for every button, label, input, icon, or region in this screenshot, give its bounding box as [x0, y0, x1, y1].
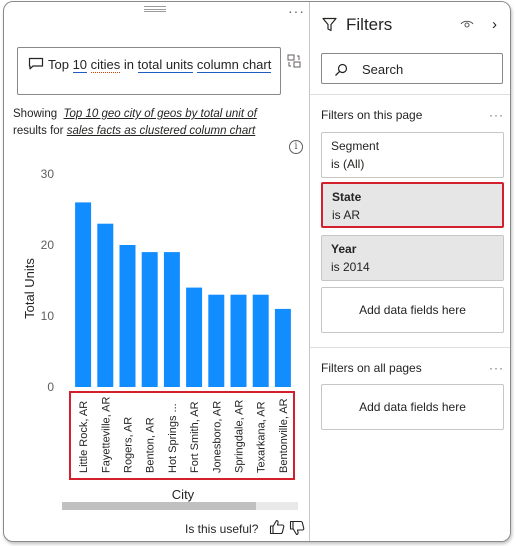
- thumbs-up-icon[interactable]: [269, 519, 285, 535]
- search-placeholder: Search: [362, 62, 404, 77]
- y-tick-label: 30: [41, 167, 55, 181]
- search-icon: [335, 63, 348, 76]
- filter-field-name: State: [332, 190, 362, 204]
- bar[interactable]: [230, 294, 247, 387]
- y-tick-label: 0: [47, 380, 54, 394]
- showing-prefix: Showing: [13, 108, 61, 120]
- y-tick-label: 10: [41, 309, 55, 323]
- bar[interactable]: [163, 252, 180, 387]
- question-token: Top: [48, 57, 73, 72]
- feedback-prompt: Is this useful?: [185, 522, 259, 536]
- qa-window: ··· Top 10 cities in total units column …: [3, 1, 511, 542]
- thumbs-down-icon[interactable]: [289, 520, 305, 536]
- category-labels-highlight: [69, 391, 295, 480]
- bar[interactable]: [119, 245, 136, 387]
- filter-field-name: Segment: [331, 139, 380, 153]
- scrollbar-thumb[interactable]: [62, 502, 256, 510]
- question-token: total units: [137, 57, 194, 73]
- filter-field-name: Year: [331, 242, 357, 256]
- filter-field-value: is AR: [332, 208, 361, 222]
- funnel-icon: [322, 17, 337, 32]
- chat-icon: [28, 57, 44, 70]
- filter-field-value: is 2014: [331, 260, 370, 274]
- bar[interactable]: [252, 294, 269, 387]
- question-token: cities: [90, 57, 121, 73]
- bar[interactable]: [186, 287, 203, 387]
- section-divider: [310, 94, 510, 95]
- filters-title: Filters: [346, 15, 393, 34]
- filter-card-state[interactable]: State is AR: [321, 182, 504, 228]
- add-data-fields-page-dropzone[interactable]: Add data fields here: [321, 287, 504, 333]
- section-divider: [310, 347, 510, 348]
- question-text[interactable]: Top 10 cities in total units column char…: [48, 57, 273, 73]
- question-token: in: [120, 57, 138, 72]
- bar[interactable]: [274, 308, 291, 387]
- bar[interactable]: [141, 252, 158, 387]
- drag-handle-icon[interactable]: [144, 6, 166, 12]
- bar[interactable]: [75, 202, 92, 387]
- showing-source-link[interactable]: sales facts as clustered column chart: [67, 125, 256, 137]
- y-axis-title: Total Units: [22, 258, 37, 319]
- bar[interactable]: [208, 294, 225, 387]
- add-data-fields-all-pages-dropzone[interactable]: Add data fields here: [321, 384, 504, 430]
- bar[interactable]: [97, 223, 114, 387]
- eye-icon[interactable]: [460, 18, 474, 30]
- more-options-icon[interactable]: ···: [288, 3, 305, 19]
- filters-pane: Filters › Search Filters on this page ··…: [310, 2, 510, 541]
- filter-field-value: is (All): [331, 157, 365, 171]
- filters-search-input[interactable]: Search: [321, 53, 503, 84]
- showing-results-text: Showing Top 10 geo city of geos by total…: [13, 106, 305, 140]
- filter-card-year[interactable]: Year is 2014: [321, 235, 504, 281]
- turn-into-visual-icon[interactable]: [287, 54, 301, 68]
- more-options-icon[interactable]: ···: [489, 108, 504, 122]
- filters-on-this-page-label: Filters on this page: [321, 108, 423, 122]
- question-token: 10: [72, 57, 88, 73]
- question-input[interactable]: Top 10 cities in total units column char…: [17, 47, 281, 95]
- more-options-icon[interactable]: ···: [489, 361, 504, 375]
- x-axis-title: City: [172, 487, 195, 502]
- showing-phrase-link[interactable]: Top 10 geo city of geos by total unit of: [64, 108, 257, 120]
- chevron-right-icon[interactable]: ›: [492, 16, 497, 33]
- showing-mid: results for: [13, 125, 67, 137]
- filters-header: Filters ›: [310, 2, 510, 46]
- y-tick-label: 20: [41, 238, 55, 252]
- filters-on-all-pages-label: Filters on all pages: [321, 361, 422, 375]
- question-token: column chart: [196, 57, 272, 73]
- qa-visual-pane: ··· Top 10 cities in total units column …: [4, 2, 310, 541]
- horizontal-scrollbar[interactable]: [62, 502, 298, 510]
- filter-card-segment[interactable]: Segment is (All): [321, 132, 504, 178]
- info-icon[interactable]: i: [289, 140, 303, 154]
